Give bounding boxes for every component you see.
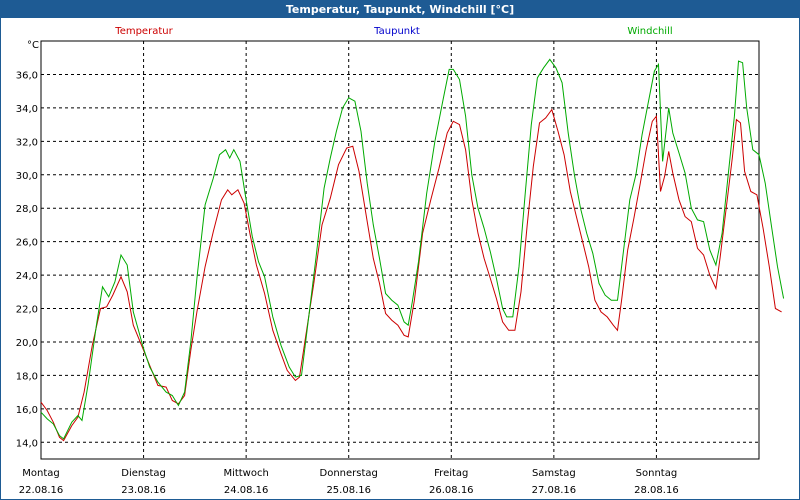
x-tick-day: Montag [22, 468, 59, 479]
x-tick-day: Samstag [532, 468, 576, 479]
x-axis-ticks: Montag 22.08.16 Dienstag 23.08.16 Mittwoch 24… [19, 468, 679, 496]
y-tick-label: 20,0 [16, 338, 38, 349]
chart-area: 14,0 16,0 18,0 20,0 22,0 24,0 26,0 28,0 30,0 32,0… [16, 26, 785, 496]
legend-item-temperatur: Temperatur [114, 26, 173, 37]
legend-item-taupunkt: Taupunkt [373, 26, 420, 37]
x-tick-day: Sonntag [636, 468, 678, 479]
y-tick-label: 28,0 [16, 204, 38, 215]
x-tick-date: 22.08.16 [19, 485, 64, 496]
y-tick-label: 16,0 [16, 405, 38, 416]
x-tick-date: 24.08.16 [224, 485, 269, 496]
y-tick-label: 14,0 [16, 438, 38, 449]
series-line-temperatur [40, 108, 782, 442]
y-tick-label: 22,0 [16, 305, 38, 316]
grid [41, 41, 759, 459]
y-tick-label: 36,0 [16, 70, 38, 81]
legend: Temperatur Taupunkt Windchill [114, 26, 672, 37]
y-tick-label: 30,0 [16, 171, 38, 182]
y-tick-label: 24,0 [16, 271, 38, 282]
x-tick-date: 28.08.16 [634, 485, 679, 496]
x-tick-day: Freitag [434, 468, 468, 479]
y-tick-label: 32,0 [16, 137, 38, 148]
series-lines [40, 58, 785, 442]
plot-area-border [40, 40, 760, 460]
x-tick-day: Dienstag [121, 468, 166, 479]
x-tick-date: 23.08.16 [121, 485, 166, 496]
x-tick-day: Mittwoch [223, 468, 268, 479]
x-tick-day: Donnerstag [320, 468, 378, 479]
y-axis-label: °C [27, 40, 39, 51]
x-tick-date: 26.08.16 [429, 485, 474, 496]
y-tick-label: 26,0 [16, 238, 38, 249]
legend-item-windchill: Windchill [627, 26, 672, 37]
series-line-windchill [40, 58, 785, 440]
x-tick-date: 25.08.16 [326, 485, 371, 496]
y-tick-label: 34,0 [16, 104, 38, 115]
y-axis-ticks: 14,0 16,0 18,0 20,0 22,0 24,0 26,0 28,0 30,0 32,0… [16, 70, 38, 449]
y-tick-label: 18,0 [16, 371, 38, 382]
x-tick-date: 27.08.16 [532, 485, 577, 496]
